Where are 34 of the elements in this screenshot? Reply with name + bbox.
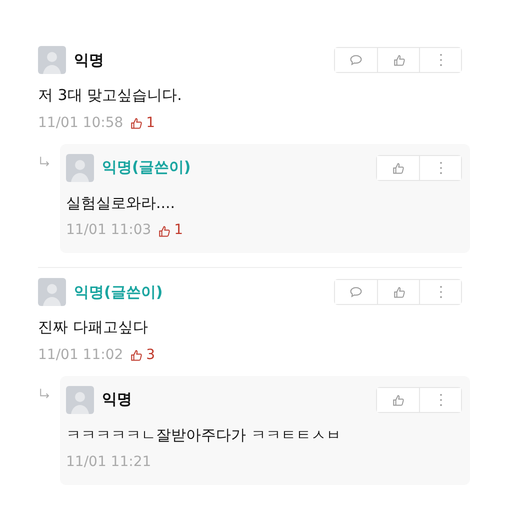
avatar-icon xyxy=(66,386,94,414)
timestamp: 11/01 11:02 xyxy=(38,346,124,364)
author-name: 익명 xyxy=(74,50,104,71)
author-name: 익명 xyxy=(102,389,132,410)
thumbs-up-icon xyxy=(157,224,172,238)
more-button[interactable] xyxy=(419,280,461,304)
comment-text: 진짜 다패고싶다 xyxy=(38,317,149,338)
avatar-icon xyxy=(66,154,94,182)
like-count: 1 xyxy=(174,221,184,240)
thumbs-up-icon xyxy=(392,285,406,299)
comment-icon xyxy=(349,285,363,299)
thumbs-up-icon xyxy=(129,348,144,362)
avatar-icon xyxy=(38,46,66,74)
comment-icon xyxy=(349,53,363,67)
thumbs-up-icon xyxy=(392,53,406,67)
more-button[interactable] xyxy=(419,48,461,72)
author-name: 익명(글쓴이) xyxy=(102,157,191,178)
comment-text: ㅋㅋㅋㅋㅋㄴ잘받아주다가 ㅋㅋㅌㅌㅅㅂ xyxy=(66,424,342,446)
comment-text: 저 3대 맞고싶습니다. xyxy=(38,85,183,106)
like-button[interactable] xyxy=(377,388,419,412)
timestamp: 11/01 11:03 xyxy=(66,221,152,240)
timestamp: 11/01 10:58 xyxy=(38,114,124,132)
author-name: 익명(글쓴이) xyxy=(74,282,163,303)
timestamp: 11/01 11:21 xyxy=(66,453,152,472)
like-button[interactable] xyxy=(377,156,419,180)
more-button[interactable] xyxy=(419,156,461,180)
like-count: 1 xyxy=(146,114,156,132)
thumbs-up-icon xyxy=(391,160,405,174)
thumbs-up-icon xyxy=(129,116,144,130)
avatar-icon xyxy=(38,278,66,306)
thumbs-up-icon xyxy=(391,392,405,406)
more-button[interactable] xyxy=(419,388,461,412)
like-count: 3 xyxy=(146,346,156,364)
comment-text: 실험실로와라.... xyxy=(66,192,176,214)
